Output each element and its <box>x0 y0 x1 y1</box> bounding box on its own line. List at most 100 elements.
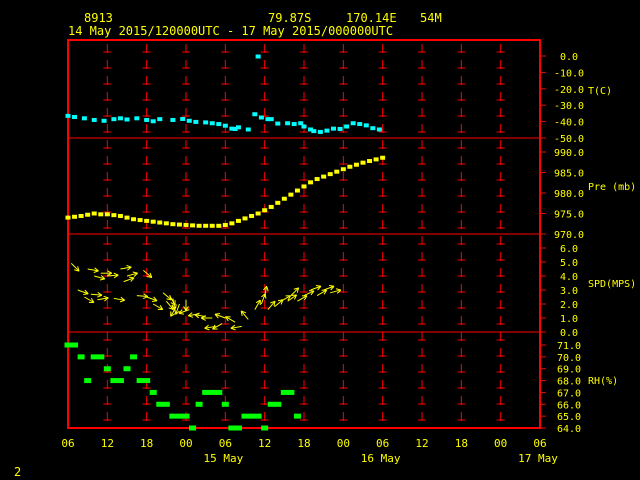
pressure-point <box>176 222 182 227</box>
pressure-point <box>131 217 137 222</box>
y-tick-label: 67.0 <box>557 388 581 399</box>
pressure-point <box>334 169 340 174</box>
y-tick-label: -40.0 <box>554 118 584 129</box>
pressure-point <box>117 213 123 218</box>
rh-point <box>182 413 190 419</box>
pressure-point <box>321 174 327 179</box>
temperature-point <box>193 119 199 124</box>
x-tick-label: 12 <box>258 437 271 450</box>
pressure-point <box>190 223 196 228</box>
pressure-point <box>65 215 71 220</box>
y-tick-label: 985.0 <box>554 169 584 180</box>
rh-point <box>234 425 242 431</box>
wind-arrow-head <box>103 295 109 299</box>
wind-arrow-head <box>188 315 194 318</box>
rh-point <box>280 389 288 395</box>
rh-point <box>77 354 85 360</box>
pressure-point <box>216 223 222 228</box>
pressure-point <box>85 212 91 217</box>
y-tick-label: 6.0 <box>560 244 578 255</box>
temperature-point <box>357 122 363 127</box>
temperature-point <box>258 115 264 120</box>
panel-label: T(C) <box>588 86 612 97</box>
rh-point <box>228 425 236 431</box>
pressure-point <box>360 160 366 165</box>
temperature-point <box>291 122 297 127</box>
x-tick-label: 00 <box>494 437 507 450</box>
rh-point <box>64 342 72 348</box>
pressure-point <box>229 221 235 226</box>
pressure-point <box>340 167 346 172</box>
pressure-point <box>268 204 274 209</box>
pressure-point <box>98 212 104 217</box>
panel-label: SPD(MPS) <box>588 279 636 290</box>
temperature-point <box>268 117 274 122</box>
y-tick-label: 70.0 <box>557 353 581 364</box>
wind-arrow-head <box>174 309 177 315</box>
pressure-point <box>380 155 386 160</box>
wind-arrow-head <box>93 270 99 273</box>
temperature-point <box>157 117 163 122</box>
temperature-point <box>311 129 317 134</box>
rh-point <box>169 413 177 419</box>
temperature-point <box>245 127 251 132</box>
temperature-point <box>285 121 291 126</box>
temperature-point <box>134 116 140 121</box>
pressure-point <box>203 223 209 228</box>
pressure-point <box>294 188 300 193</box>
y-tick-label: -10.0 <box>554 68 584 79</box>
pressure-point <box>124 215 130 220</box>
pressure-point <box>157 220 163 225</box>
x-tick-label: 18 <box>297 437 310 450</box>
temperature-point <box>344 124 350 129</box>
temperature-point <box>65 113 71 118</box>
pressure-point <box>144 218 150 223</box>
y-tick-label: 3.0 <box>560 286 578 297</box>
y-tick-label: 2.0 <box>560 300 578 311</box>
pressure-point <box>308 180 314 185</box>
rh-point <box>287 389 295 395</box>
y-tick-label: 65.0 <box>557 412 581 423</box>
pressure-point <box>373 157 379 162</box>
wind-arrow-head <box>151 300 158 303</box>
wind-arrow-head <box>230 327 236 331</box>
wind-arrow-head <box>291 294 297 296</box>
rh-point <box>71 342 79 348</box>
rh-point <box>215 389 223 395</box>
rh-point <box>202 389 210 395</box>
wind-arrow-head <box>126 265 132 268</box>
rh-point <box>149 389 157 395</box>
x-tick-label: 06 <box>61 437 74 450</box>
rh-point <box>261 425 269 431</box>
pressure-point <box>78 213 84 218</box>
rh-point <box>274 401 282 407</box>
temperature-point <box>111 117 117 122</box>
pressure-point <box>367 159 373 164</box>
rh-point <box>195 401 203 407</box>
pressure-point <box>235 218 241 223</box>
wind-arrow-head <box>335 288 341 291</box>
pressure-point <box>183 222 189 227</box>
x-tick-label: 12 <box>415 437 428 450</box>
day-label: 17 May <box>518 452 558 465</box>
y-tick-label: -50.0 <box>554 134 584 145</box>
temperature-point <box>324 128 330 133</box>
pressure-point <box>275 200 281 205</box>
panel-label: Pre (mb) <box>588 182 636 193</box>
panel-label: RH(%) <box>588 376 618 387</box>
rh-point <box>208 389 216 395</box>
temperature-point <box>255 54 261 59</box>
wind-arrow-head <box>328 284 335 287</box>
pressure-point <box>137 218 143 223</box>
pressure-point <box>353 162 359 167</box>
rh-point <box>110 378 118 384</box>
y-tick-label: 66.0 <box>557 400 581 411</box>
x-tick-label: 12 <box>101 437 114 450</box>
y-tick-label: -20.0 <box>554 85 584 96</box>
wind-arrow-head <box>315 284 321 287</box>
rh-point <box>156 401 164 407</box>
temperature-point <box>91 117 97 122</box>
pressure-point <box>314 177 320 182</box>
y-tick-label: 975.0 <box>554 210 584 221</box>
wind-arrow-head <box>204 327 210 331</box>
